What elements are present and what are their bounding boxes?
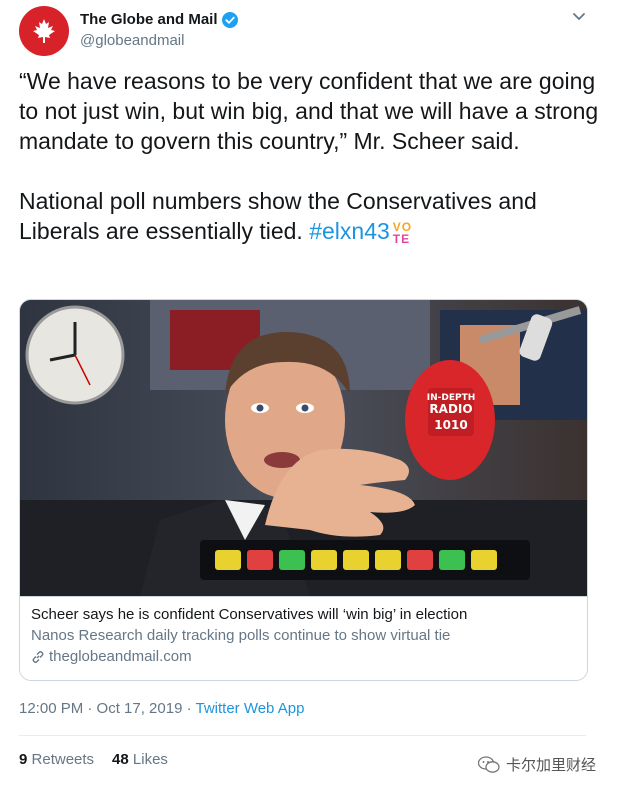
timestamp-row: 12:00 PM · Oct 17, 2019 · Twitter Web Ap… (19, 700, 304, 717)
retweets-label: Retweets (31, 751, 95, 768)
likes-count: 48 (112, 751, 129, 768)
handle[interactable]: @globeandmail (80, 32, 184, 49)
mic-flag-line2: RADIO (429, 402, 472, 416)
tweet-paragraph-text: National poll numbers show the Conservat… (19, 188, 537, 244)
vote-emoji-bottom: TE (392, 232, 411, 246)
watermark: 卡尔加里财经 (478, 754, 596, 775)
tweet: The Globe and Mail @globeandmail “We hav… (0, 0, 619, 793)
card-info[interactable]: Scheer says he is confident Conservative… (20, 596, 587, 680)
clock-icon (25, 305, 125, 405)
likes-stat[interactable]: 48 Likes (112, 751, 168, 768)
avatar[interactable] (19, 6, 69, 56)
likes-label: Likes (132, 751, 168, 768)
tweet-text: “We have reasons to be very confident th… (19, 66, 599, 246)
retweets-count: 9 (19, 751, 28, 768)
link-card[interactable]: IN-DEPTH RADIO 1010 Scheer says he is co… (19, 299, 588, 681)
watermark-text: 卡尔加里财经 (506, 757, 597, 774)
tweet-paragraph: “We have reasons to be very confident th… (19, 68, 599, 154)
retweets-stat[interactable]: 9 Retweets (19, 751, 94, 768)
maple-leaf-icon (33, 19, 55, 43)
card-description: Nanos Research daily tracking polls cont… (31, 627, 451, 644)
link-icon (32, 650, 44, 663)
mic-flag-line3: 1010 (434, 418, 467, 432)
display-name[interactable]: The Globe and Mail (80, 11, 218, 28)
source-app-link[interactable]: Twitter Web App (195, 700, 304, 717)
timestamp[interactable]: 12:00 PM · Oct 17, 2019 · (19, 700, 195, 717)
verified-badge-icon (221, 11, 238, 28)
vote-emoji-icon: VO TE (393, 221, 412, 245)
wechat-icon (478, 755, 500, 773)
card-domain[interactable]: theglobeandmail.com (31, 648, 192, 665)
hashtag-link[interactable]: #elxn43 (309, 218, 390, 244)
card-title[interactable]: Scheer says he is confident Conservative… (31, 606, 467, 623)
card-image[interactable]: IN-DEPTH RADIO 1010 (20, 300, 587, 596)
display-name-row[interactable]: The Globe and Mail (80, 11, 238, 28)
chevron-down-icon[interactable] (572, 12, 586, 22)
divider (19, 735, 586, 736)
tweet-paragraph: National poll numbers show the Conservat… (19, 186, 599, 246)
card-domain-text[interactable]: theglobeandmail.com (49, 648, 192, 665)
engagement-stats: 9 Retweets 48 Likes (19, 751, 168, 768)
